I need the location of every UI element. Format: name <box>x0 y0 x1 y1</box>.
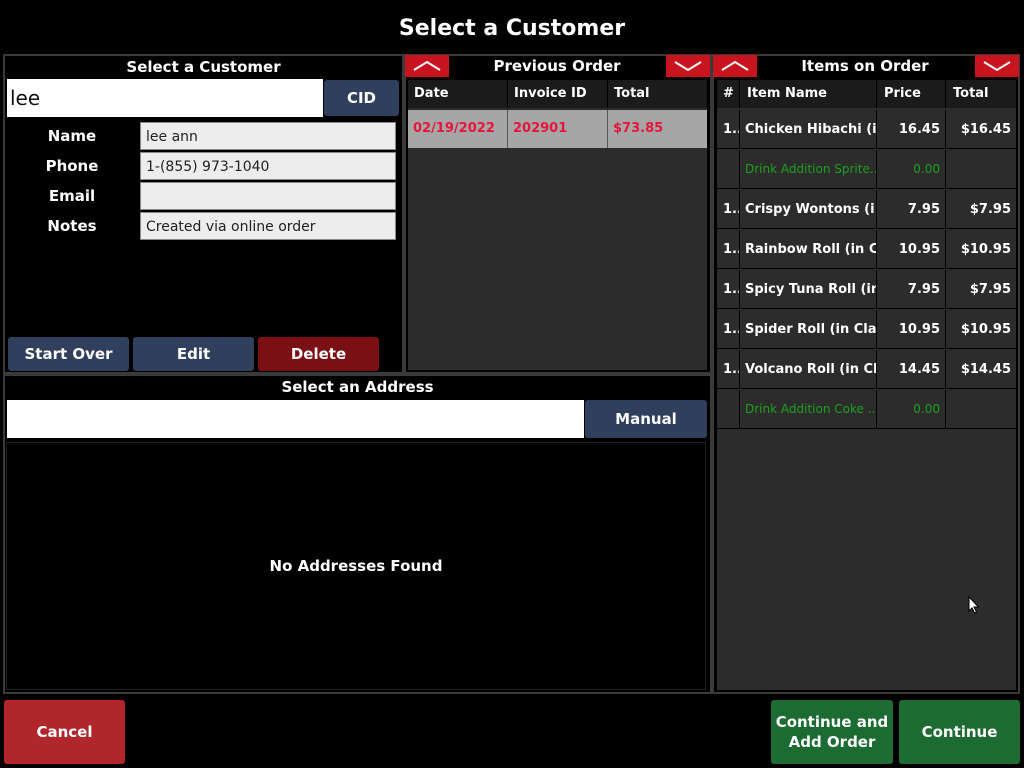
phone-field[interactable]: 1-(855) 973-1040 <box>140 152 396 180</box>
item-total <box>946 150 1016 188</box>
phone-label: Phone <box>45 157 99 175</box>
previous-order-header: Previous Order <box>493 57 621 75</box>
item-price: 7.95 <box>877 270 946 308</box>
edit-button[interactable]: Edit <box>133 337 254 371</box>
item-name: Drink Addition Sprite... <box>740 150 877 188</box>
continue-and-add-order-button[interactable]: Continue and Add Order <box>771 700 893 764</box>
item-row[interactable]: 1...Chicken Hibachi (i...16.45 $16.45 <box>717 110 1016 149</box>
item-number: 1... <box>717 190 740 228</box>
column-invoice-id: Invoice ID <box>508 80 608 108</box>
mouse-cursor-icon <box>968 596 980 614</box>
items-header: Items on Order <box>801 57 929 75</box>
column-total: Total <box>614 86 650 101</box>
order-date: 02/19/2022 <box>408 110 508 148</box>
column-price: Price <box>877 80 946 108</box>
item-number: 1... <box>717 230 740 268</box>
column-item-total: Total <box>953 86 989 101</box>
item-row[interactable]: Drink Addition Sprite... 0.00 <box>717 150 1016 189</box>
items-scroll-up-button[interactable] <box>713 55 757 77</box>
continue-button[interactable]: Continue <box>899 700 1020 764</box>
item-price: 0.00 <box>877 390 946 428</box>
item-name: Chicken Hibachi (i... <box>740 110 877 148</box>
notes-label: Notes <box>47 217 97 235</box>
item-price: 7.95 <box>877 190 946 228</box>
item-price: 14.45 <box>877 350 946 388</box>
item-total: $7.95 <box>969 282 1011 297</box>
no-addresses-message: No Addresses Found <box>269 557 443 575</box>
item-row[interactable]: 1...Volcano Roll (in Cl...14.45 $14.45 <box>717 350 1016 389</box>
email-label: Email <box>48 187 96 205</box>
customer-search-input[interactable] <box>7 79 323 117</box>
item-row[interactable]: Drink Addition Coke ... 0.00 <box>717 390 1016 429</box>
item-price: 10.95 <box>877 230 946 268</box>
item-row[interactable]: 1...Rainbow Roll (in C...10.95 $10.95 <box>717 230 1016 269</box>
continue-and-add-order-line1: Continue and <box>775 713 889 731</box>
manual-button[interactable]: Manual <box>585 400 707 438</box>
item-number: 1... <box>717 350 740 388</box>
cid-button[interactable]: CID <box>324 80 399 116</box>
item-number <box>717 150 740 188</box>
name-field[interactable]: lee ann <box>140 122 396 150</box>
cancel-button[interactable]: Cancel <box>4 700 125 764</box>
item-total <box>946 390 1016 428</box>
chevron-up-icon <box>413 60 441 71</box>
item-total: $7.95 <box>969 202 1011 217</box>
column-date: Date <box>408 80 508 108</box>
previous-order-scroll-down-button[interactable] <box>666 55 710 77</box>
address-search-input[interactable] <box>7 400 584 438</box>
delete-button[interactable]: Delete <box>258 337 379 371</box>
continue-and-add-order-line2: Add Order <box>788 733 876 751</box>
items-grid-header: # Item Name Price Total <box>717 80 1016 108</box>
item-total: $10.95 <box>960 242 1011 257</box>
address-panel-header: Select an Address <box>281 378 434 396</box>
start-over-button[interactable]: Start Over <box>8 337 129 371</box>
item-name: Rainbow Roll (in C... <box>740 230 877 268</box>
item-price: 0.00 <box>877 150 946 188</box>
previous-order-scroll-up-button[interactable] <box>405 55 449 77</box>
chevron-down-icon <box>674 61 702 72</box>
item-total: $14.45 <box>960 362 1011 377</box>
item-number: 1... <box>717 110 740 148</box>
previous-order-row[interactable]: 02/19/2022 202901 $73.85 <box>408 110 707 148</box>
items-scroll-down-button[interactable] <box>975 55 1019 77</box>
item-total: $16.45 <box>960 122 1011 137</box>
item-price: 16.45 <box>877 110 946 148</box>
column-number: # <box>717 80 740 108</box>
customer-panel-header: Select a Customer <box>126 58 281 76</box>
item-total: $10.95 <box>960 322 1011 337</box>
item-row[interactable]: 1...Spider Roll (in Cla...10.95 $10.95 <box>717 310 1016 349</box>
notes-field[interactable]: Created via online order <box>140 212 396 240</box>
name-label: Name <box>47 127 97 145</box>
item-name: Volcano Roll (in Cl... <box>740 350 877 388</box>
chevron-down-icon <box>983 61 1011 72</box>
chevron-up-icon <box>721 60 749 71</box>
item-name: Spider Roll (in Cla... <box>740 310 877 348</box>
item-name: Spicy Tuna Roll (in... <box>740 270 877 308</box>
page-title: Select a Customer <box>398 16 626 41</box>
item-number <box>717 390 740 428</box>
item-name: Crispy Wontons (i... <box>740 190 877 228</box>
item-price: 10.95 <box>877 310 946 348</box>
order-invoice-id: 202901 <box>508 110 608 148</box>
column-item-name: Item Name <box>740 80 877 108</box>
item-number: 1... <box>717 310 740 348</box>
order-total: $73.85 <box>613 121 664 136</box>
item-name: Drink Addition Coke ... <box>740 390 877 428</box>
item-row[interactable]: 1...Spicy Tuna Roll (in...7.95 $7.95 <box>717 270 1016 309</box>
item-row[interactable]: 1...Crispy Wontons (i...7.95 $7.95 <box>717 190 1016 229</box>
previous-order-grid-header: Date Invoice ID Total <box>408 80 707 108</box>
previous-order-grid: Date Invoice ID Total 02/19/2022 202901 … <box>408 80 707 370</box>
item-number: 1... <box>717 270 740 308</box>
email-field[interactable] <box>140 182 396 210</box>
